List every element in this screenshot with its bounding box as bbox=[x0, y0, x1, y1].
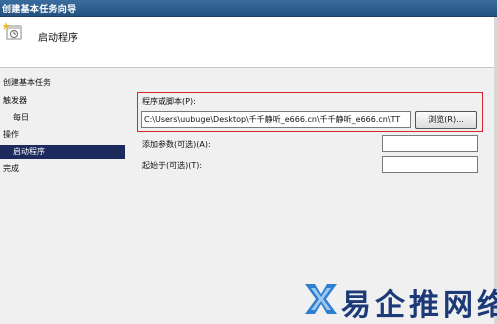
window-titlebar[interactable]: 创建基本任务向导 bbox=[0, 0, 497, 17]
program-label: 程序或脚本(P): bbox=[142, 97, 196, 106]
program-path-input[interactable]: C:\Users\uubuge\Desktop\千千静听_e666.cn\千千静… bbox=[141, 111, 411, 128]
step-create-basic-task[interactable]: 创建基本任务 bbox=[0, 76, 125, 90]
step-start-program[interactable]: 启动程序 bbox=[0, 145, 125, 159]
arguments-input[interactable] bbox=[382, 135, 478, 152]
step-label: 触发器 bbox=[3, 96, 27, 105]
wizard-steps-sidebar: 创建基本任务 触发器 每日 操作 启动程序 完成 bbox=[0, 68, 125, 324]
step-label: 创建基本任务 bbox=[3, 78, 51, 87]
page-heading: 启动程序 bbox=[38, 33, 78, 44]
step-trigger[interactable]: 触发器 bbox=[0, 94, 125, 108]
step-label: 完成 bbox=[3, 164, 19, 173]
task-scheduler-icon bbox=[3, 22, 22, 40]
start-in-input[interactable] bbox=[382, 156, 478, 173]
watermark: 易企推网络 bbox=[301, 276, 497, 323]
start-in-label: 起始于(可选)(T): bbox=[142, 161, 203, 170]
watermark-text: 易企推网络 bbox=[341, 288, 497, 323]
wizard-header: 启动程序 bbox=[0, 17, 497, 68]
step-action[interactable]: 操作 bbox=[0, 128, 125, 142]
arguments-label: 添加参数(可选)(A): bbox=[142, 140, 211, 149]
step-label: 操作 bbox=[3, 130, 19, 139]
blue-x-logo-icon bbox=[305, 284, 337, 314]
browse-button[interactable]: 浏览(R)... bbox=[415, 111, 477, 129]
step-label: 每日 bbox=[13, 113, 29, 122]
window-title: 创建基本任务向导 bbox=[2, 5, 77, 15]
step-label: 启动程序 bbox=[13, 147, 45, 156]
step-finish[interactable]: 完成 bbox=[0, 162, 125, 176]
step-daily[interactable]: 每日 bbox=[0, 111, 125, 125]
